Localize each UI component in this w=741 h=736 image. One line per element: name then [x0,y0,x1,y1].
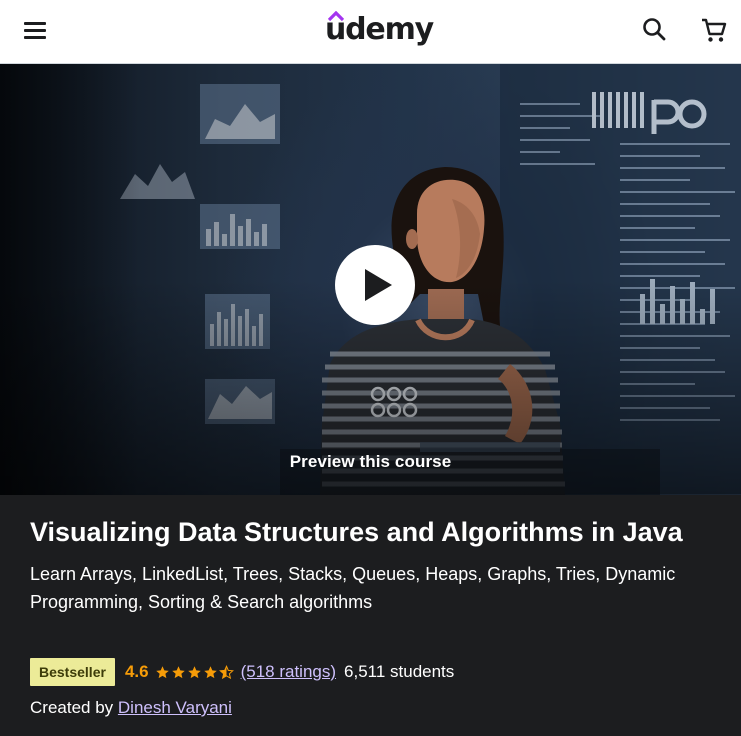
hamburger-menu-icon[interactable] [16,16,54,46]
course-subtitle: Learn Arrays, LinkedList, Trees, Stacks,… [30,564,676,612]
ratings-count-link[interactable]: (518 ratings) [241,662,336,682]
cart-button[interactable] [697,13,731,47]
cart-icon [702,18,727,42]
course-info: Visualizing Data Structures and Algorith… [30,514,720,616]
created-by-label: Created by [30,698,118,717]
search-button[interactable] [638,13,672,47]
search-icon [643,18,666,41]
star-half-icon [218,664,234,679]
bestseller-badge: Bestseller [30,658,115,686]
rating-stars [155,664,234,680]
rating-value: 4.6 [124,662,149,681]
play-button[interactable] [335,245,415,325]
udemy-logo[interactable]: udemy [325,8,434,52]
top-header: udemy [0,0,741,64]
logo-mark-icon [328,11,344,21]
course-preview[interactable]: Preview this course [0,64,741,495]
star-full-icon [187,665,201,678]
created-by-row: Created by Dinesh Varyani [30,698,232,718]
star-full-icon [203,665,217,678]
preview-course-label[interactable]: Preview this course [0,452,741,472]
instructor-link[interactable]: Dinesh Varyani [118,698,232,717]
star-full-icon [155,665,169,678]
course-title: Visualizing Data Structures and Algorith… [30,517,683,547]
rating-row: Bestseller 4.6 (518 ratings) 6,511 stude… [30,658,454,686]
play-icon [365,269,392,301]
students-count: 6,511 students [344,662,455,681]
star-full-icon [171,665,185,678]
